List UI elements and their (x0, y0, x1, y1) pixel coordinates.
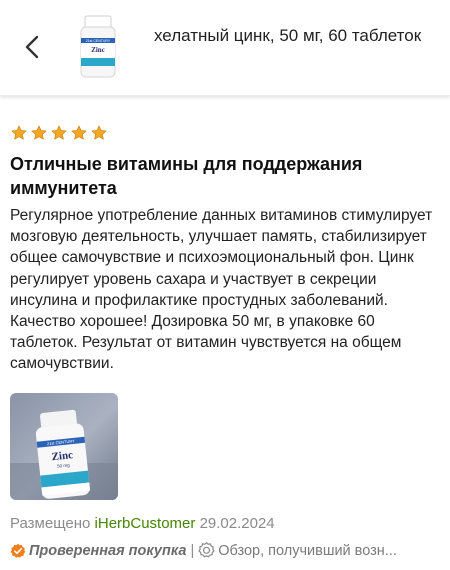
verified-badge-icon (10, 543, 26, 558)
incentive-badge-icon (198, 542, 215, 558)
review-badges: Проверенная покупка | Обзор, получивший … (10, 542, 440, 559)
product-thumbnail[interactable]: 21st CENTURY Zinc (72, 14, 124, 80)
thumb-brand: 21st CENTURY (86, 39, 111, 43)
star-icon (11, 125, 27, 140)
review-title: Отличные витамины для поддержания иммуни… (10, 154, 363, 198)
star-icon (71, 125, 87, 140)
rating-stars (10, 124, 108, 142)
incentive-review-label[interactable]: Обзор, получивший возн... (218, 543, 397, 559)
posted-info: Размещено iHerbCustomer 29.02.2024 (10, 515, 275, 532)
back-button[interactable] (18, 30, 46, 64)
review-body: Регулярное употребление данных витаминов… (10, 207, 433, 373)
author-link[interactable]: iHerbCustomer (95, 515, 196, 532)
posted-prefix: Размещено (10, 515, 91, 532)
photo-label: Zinc (51, 449, 74, 463)
separator: | (190, 542, 195, 559)
verified-purchase-label: Проверенная покупка (29, 542, 187, 559)
thumb-label: Zinc (91, 46, 105, 54)
review-date: 29.02.2024 (199, 515, 275, 532)
star-icon (31, 125, 47, 140)
chevron-left-icon (25, 35, 39, 59)
review-photo[interactable]: 21st CENTURY Zinc 50 mg (10, 393, 118, 500)
star-icon (51, 125, 67, 140)
product-title: хелатный цинк, 50 мг, 60 таблеток (154, 26, 422, 45)
product-header: 21st CENTURY Zinc хелатный цинк, 50 мг, … (0, 0, 450, 96)
star-icon (91, 125, 107, 140)
